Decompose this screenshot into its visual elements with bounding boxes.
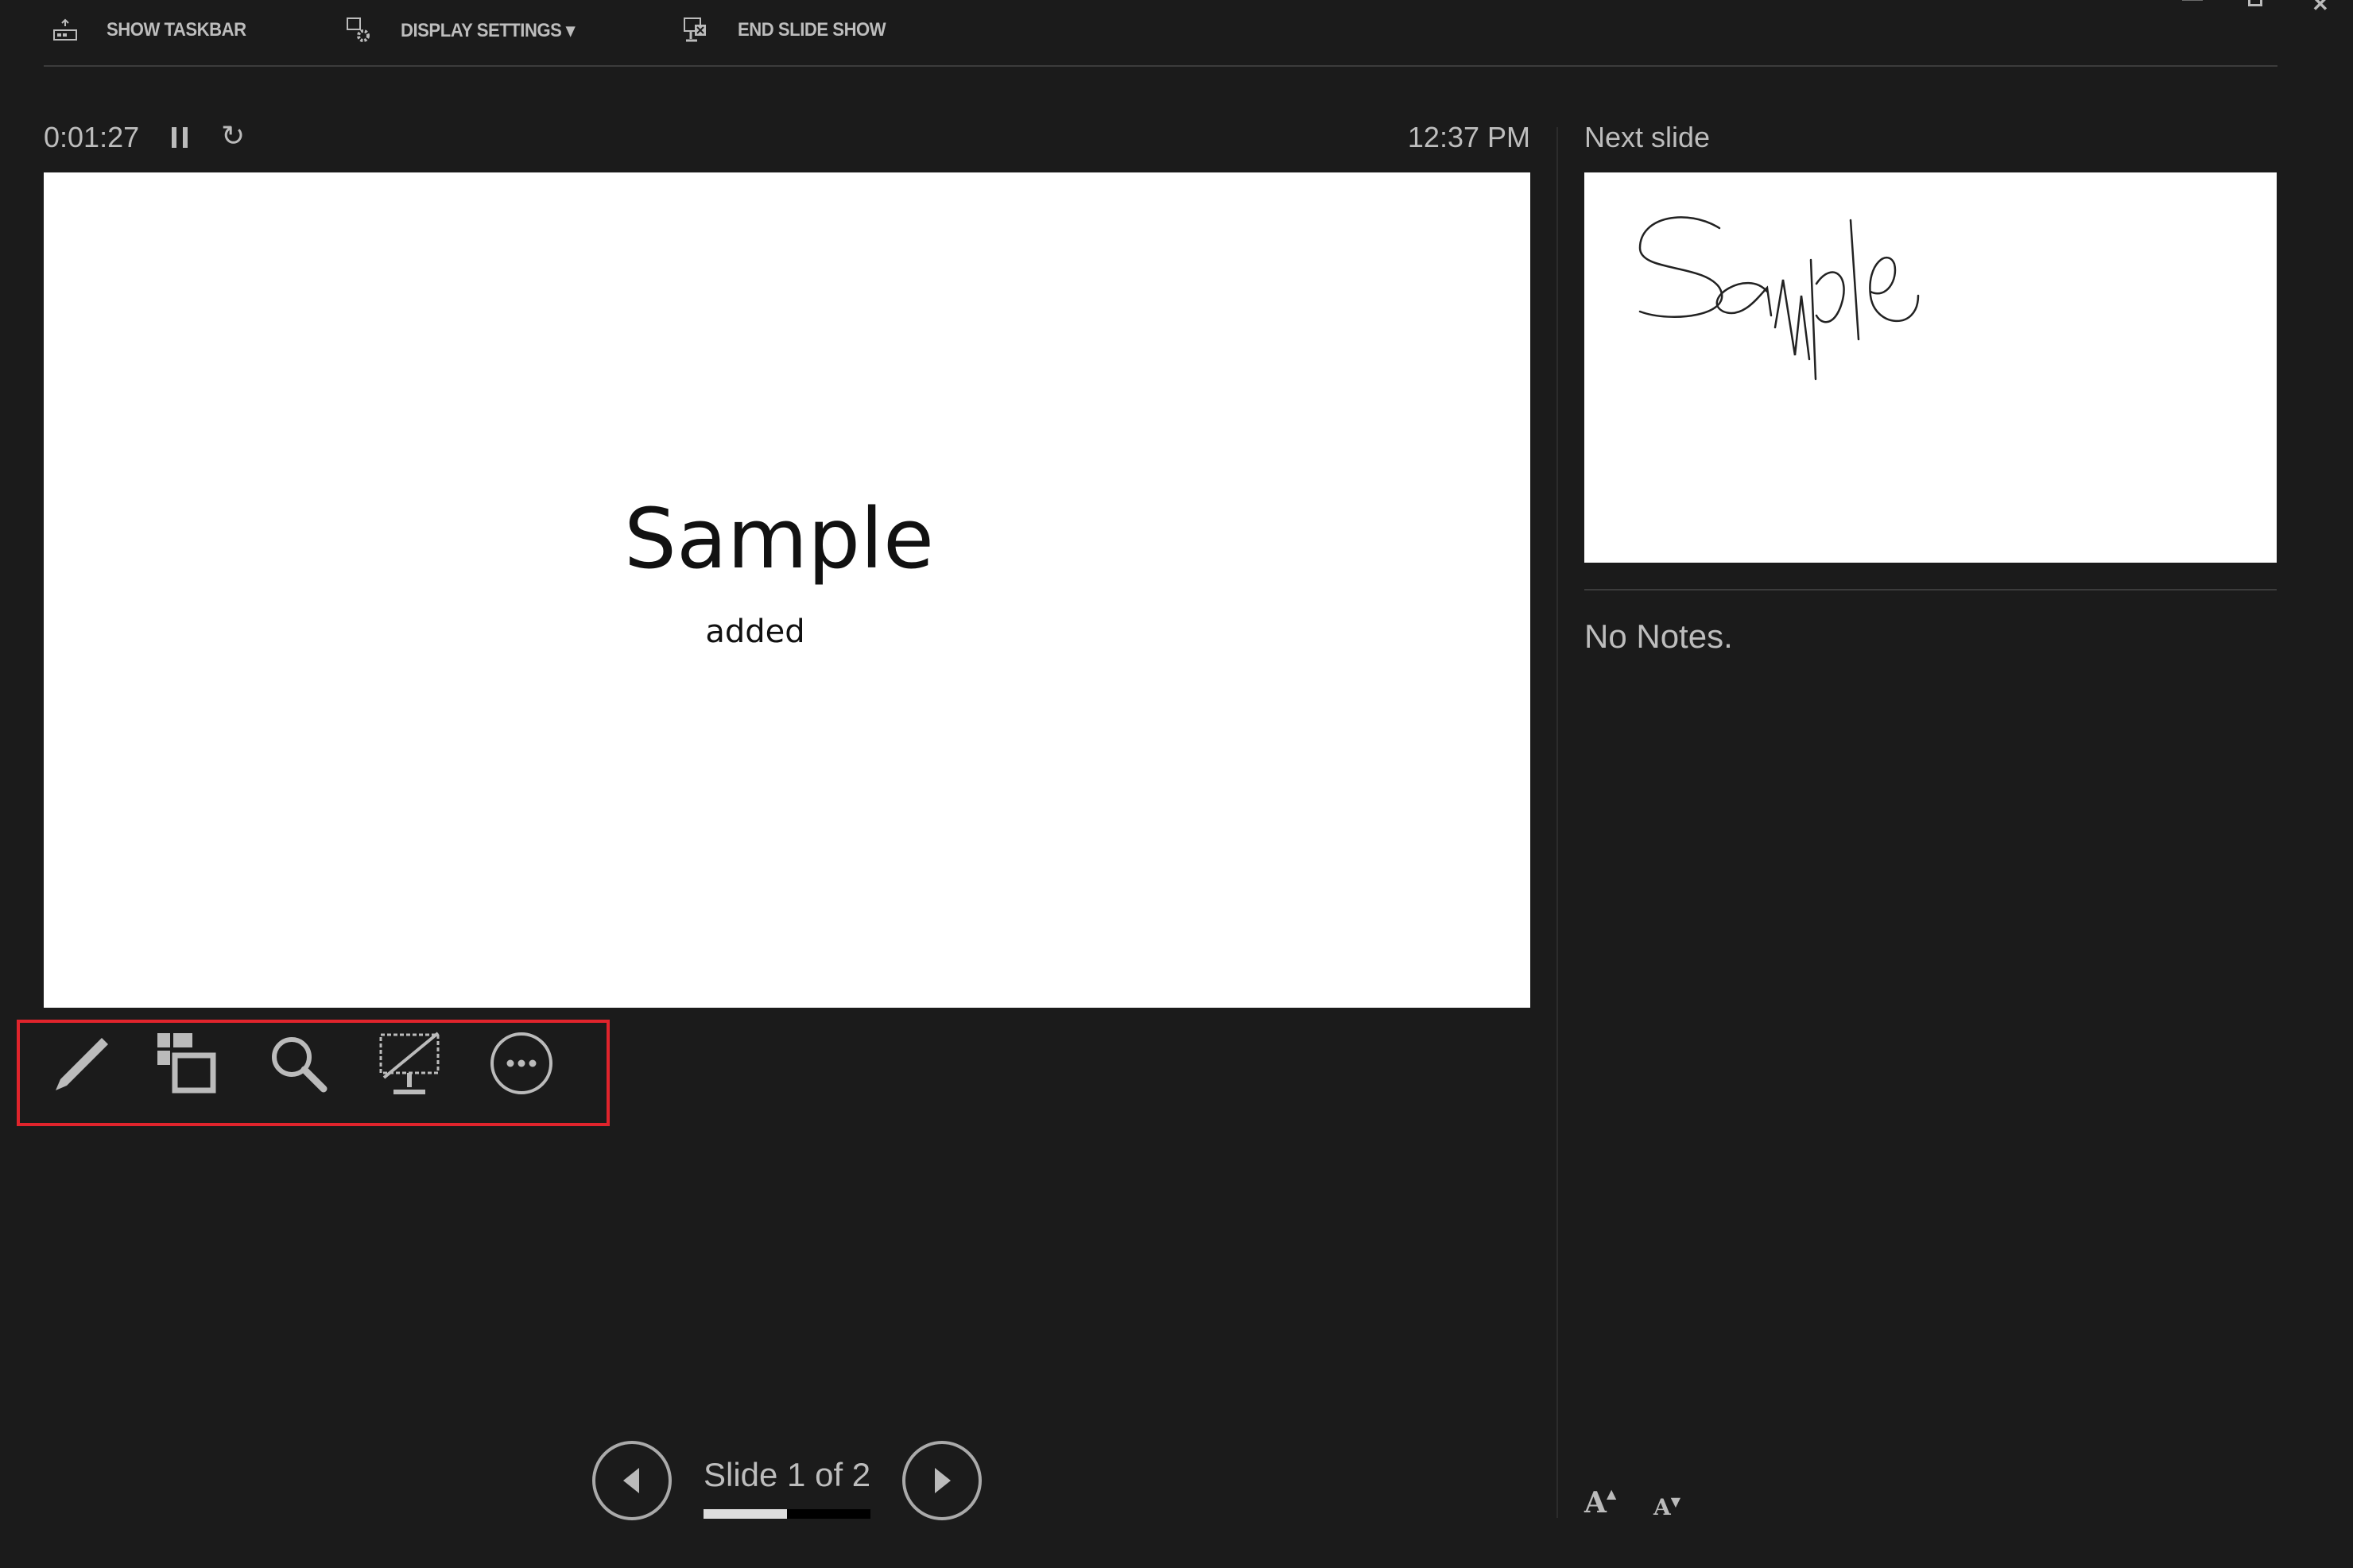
pen-icon: [56, 1038, 108, 1090]
restore-icon[interactable]: [2248, 0, 2262, 6]
increase-font-button[interactable]: A▲: [1584, 1486, 1616, 1520]
display-settings-icon: [347, 17, 370, 42]
slide-subtitle: added: [705, 614, 805, 650]
restart-timer-icon[interactable]: ↻: [221, 119, 245, 153]
display-settings-label: DISPLAY SETTINGS ▾: [401, 19, 575, 41]
elapsed-timer: 0:01:27: [44, 121, 140, 153]
close-icon[interactable]: ✕: [2312, 0, 2329, 17]
next-slide-thumbnail[interactable]: [1584, 172, 2277, 563]
end-show-icon: [684, 17, 706, 42]
black-screen-icon: [379, 1032, 440, 1094]
show-taskbar-button[interactable]: SHOW TASKBAR: [52, 13, 258, 48]
see-all-slides-button[interactable]: [150, 1028, 222, 1099]
pane-divider: [1556, 127, 1558, 1518]
toolbar-divider: [44, 65, 2277, 67]
notes-divider: [1584, 589, 2277, 590]
handwritten-sample-ink: [1638, 216, 1920, 381]
slide-progress-bar: [704, 1509, 870, 1519]
decrease-arrow-icon: ▼: [1670, 1494, 1681, 1509]
next-arrow-icon: [935, 1468, 951, 1493]
pause-timer-button[interactable]: [172, 127, 188, 148]
see-all-slides-icon: [157, 1033, 216, 1094]
display-settings-button[interactable]: DISPLAY SETTINGS ▾: [345, 13, 590, 48]
previous-slide-button[interactable]: [592, 1441, 672, 1520]
show-taskbar-label: SHOW TASKBAR: [107, 19, 246, 41]
current-slide: Sample added: [44, 172, 1530, 1008]
zoom-slide-button[interactable]: [262, 1028, 334, 1099]
minimize-icon[interactable]: —: [2182, 0, 2203, 10]
next-slide-button[interactable]: [902, 1441, 982, 1520]
slide-counter: Slide 1 of 2: [704, 1456, 871, 1493]
black-screen-button[interactable]: [374, 1028, 445, 1099]
slide-progress-fill: [704, 1509, 787, 1519]
more-options-button[interactable]: [486, 1028, 557, 1099]
end-slide-show-button[interactable]: END SLIDE SHOW: [682, 13, 898, 48]
next-slide-label: Next slide: [1584, 121, 1711, 153]
previous-arrow-icon: [623, 1468, 639, 1493]
zoom-icon: [272, 1037, 328, 1093]
pen-tool-button[interactable]: [42, 1028, 114, 1099]
slide-title: Sample: [624, 490, 934, 587]
speaker-notes: No Notes.: [1584, 618, 1733, 655]
end-slide-show-label: END SLIDE SHOW: [738, 19, 886, 41]
decrease-font-button[interactable]: A▼: [1653, 1494, 1680, 1520]
display-settings-text: DISPLAY SETTINGS: [401, 19, 562, 41]
increase-arrow-icon: ▲: [1606, 1486, 1617, 1501]
more-options-icon: [490, 1032, 552, 1094]
taskbar-icon: [53, 18, 77, 41]
clock: 12:37 PM: [1407, 121, 1530, 153]
